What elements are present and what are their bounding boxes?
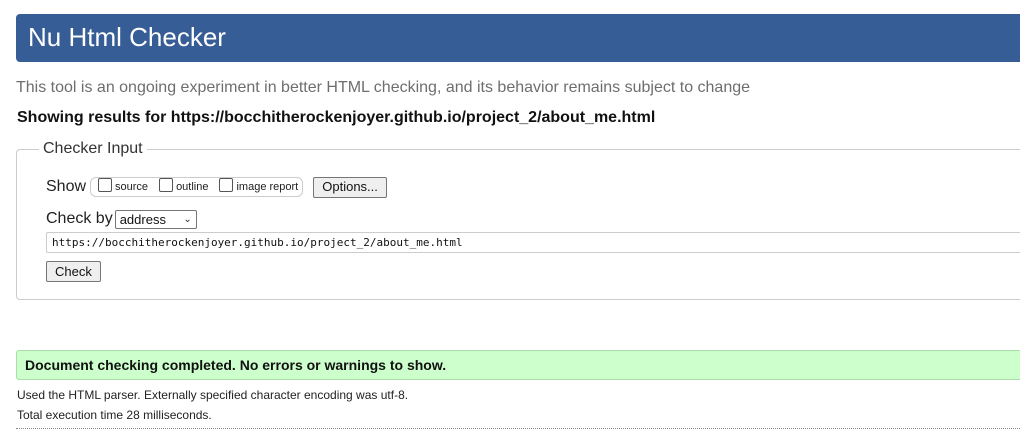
image-report-checkbox-label: image report: [236, 181, 299, 193]
show-options-row: Show source outline image report Options…: [46, 176, 387, 198]
check-by-row: Check by address ⌄: [46, 208, 197, 230]
outline-checkbox[interactable]: [159, 178, 174, 192]
parser-note: Used the HTML parser. Externally specifi…: [17, 388, 409, 402]
app-header: Nu Html Checker: [16, 14, 1020, 62]
source-checkbox[interactable]: [98, 178, 113, 192]
checker-input-legend: Checker Input: [43, 140, 143, 157]
success-message: Document checking completed. No errors o…: [16, 350, 1020, 380]
execution-time-note: Total execution time 28 milliseconds.: [17, 408, 212, 422]
chevron-down-icon: ⌄: [183, 213, 192, 225]
show-options-group: source outline image report: [90, 177, 304, 197]
options-button[interactable]: Options...: [313, 176, 387, 198]
check-by-label: Check by: [46, 210, 113, 227]
image-report-checkbox[interactable]: [219, 178, 234, 192]
check-button[interactable]: Check: [46, 261, 101, 282]
page-title: Nu Html Checker: [28, 22, 226, 52]
check-by-select[interactable]: address ⌄: [114, 209, 197, 229]
results-heading: Showing results for https://bocchitheroc…: [17, 109, 656, 126]
show-label: Show: [46, 178, 87, 195]
outline-checkbox-label: outline: [176, 181, 209, 193]
tagline: This tool is an ongoing experiment in be…: [16, 79, 751, 96]
check-by-selected-value: address: [119, 211, 166, 227]
url-input[interactable]: https://bocchitherockenjoyer.github.io/p…: [46, 232, 1020, 253]
bottom-divider: [16, 428, 1020, 429]
source-checkbox-label: source: [115, 181, 149, 193]
